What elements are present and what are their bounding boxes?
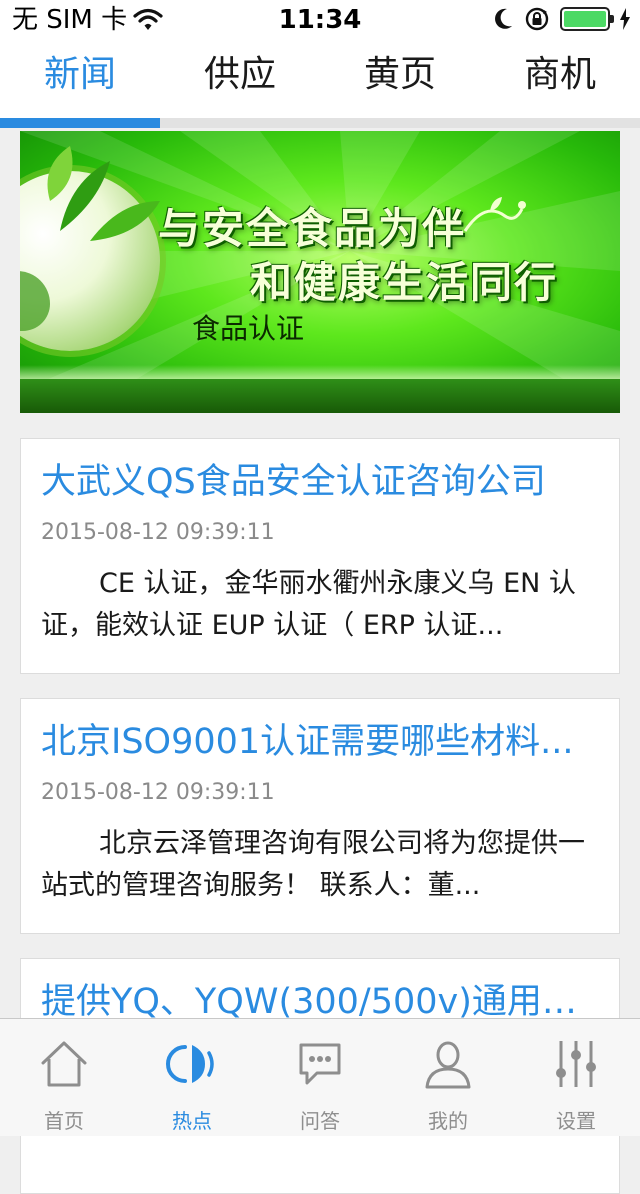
vine-ornament-icon [463, 197, 526, 232]
news-title[interactable]: 北京ISO9001认证需要哪些材料... [41, 719, 599, 765]
bottom-tab-settings[interactable]: 设置 [512, 1019, 640, 1136]
bottom-tab-label: 问答 [300, 1109, 340, 1133]
bottom-tab-label: 热点 [172, 1109, 212, 1133]
settings-sliders-icon [556, 1041, 596, 1087]
tab-indicator [0, 118, 160, 128]
news-summary: CE 认证，金华丽水衢州永康义乌 EN 认证，能效认证 EUP 认证（ ERP … [41, 568, 576, 641]
banner-headline-1: 与安全食品为伴 [158, 204, 467, 253]
bottom-tab-label: 设置 [556, 1109, 596, 1133]
status-bar: 无 SIM 卡 11:34 [0, 0, 640, 40]
orientation-lock-icon [525, 7, 549, 31]
status-right [492, 6, 630, 32]
bottom-tab-home[interactable]: 首页 [0, 1019, 128, 1136]
user-icon [425, 1041, 471, 1089]
bottom-tab-hotspot[interactable]: 热点 [128, 1019, 256, 1136]
bottom-tab-mine[interactable]: 我的 [384, 1019, 512, 1136]
news-card[interactable]: 大武义QS食品安全认证咨询公司 2015-08-12 09:39:11 CE 认… [20, 438, 620, 674]
chat-icon [299, 1043, 341, 1085]
banner-headline-2: 和健康生活同行 [250, 258, 559, 307]
home-icon [41, 1041, 87, 1087]
news-date: 2015-08-12 09:39:11 [41, 780, 275, 805]
charging-icon [620, 8, 630, 30]
tab-yellow-pages[interactable]: 黄页 [320, 40, 480, 118]
news-card[interactable]: 北京ISO9001认证需要哪些材料... 2015-08-12 09:39:11… [20, 698, 620, 934]
bottom-tab-bar: 首页 热点 问答 我的 设置 [0, 1018, 640, 1136]
bottom-tab-qa[interactable]: 问答 [256, 1019, 384, 1136]
battery-level [564, 11, 606, 27]
banner-caption: 食品认证 [192, 312, 305, 345]
battery-icon [560, 7, 614, 31]
bottom-tab-label: 我的 [428, 1109, 468, 1133]
tab-supply[interactable]: 供应 [160, 40, 320, 118]
tab-news[interactable]: 新闻 [0, 40, 160, 118]
banner-image[interactable]: 与安全食品为伴 和健康生活同行 食品认证 [20, 131, 620, 413]
top-tab-bar: 新闻 供应 黄页 商机 [0, 40, 640, 118]
moon-icon [495, 8, 512, 29]
bottom-tab-label: 首页 [44, 1109, 84, 1133]
news-title[interactable]: 大武义QS食品安全认证咨询公司 [41, 459, 599, 505]
news-date: 2015-08-12 09:39:11 [41, 520, 275, 545]
globe-land [20, 271, 50, 331]
hotspot-icon [166, 1045, 214, 1083]
news-summary: 北京云泽管理咨询有限公司将为您提供一站式的管理咨询服务！ 联系人：董... [41, 828, 585, 901]
battery-tip [610, 15, 614, 23]
banner-grass [20, 379, 620, 413]
tab-business-opportunity[interactable]: 商机 [480, 40, 640, 118]
